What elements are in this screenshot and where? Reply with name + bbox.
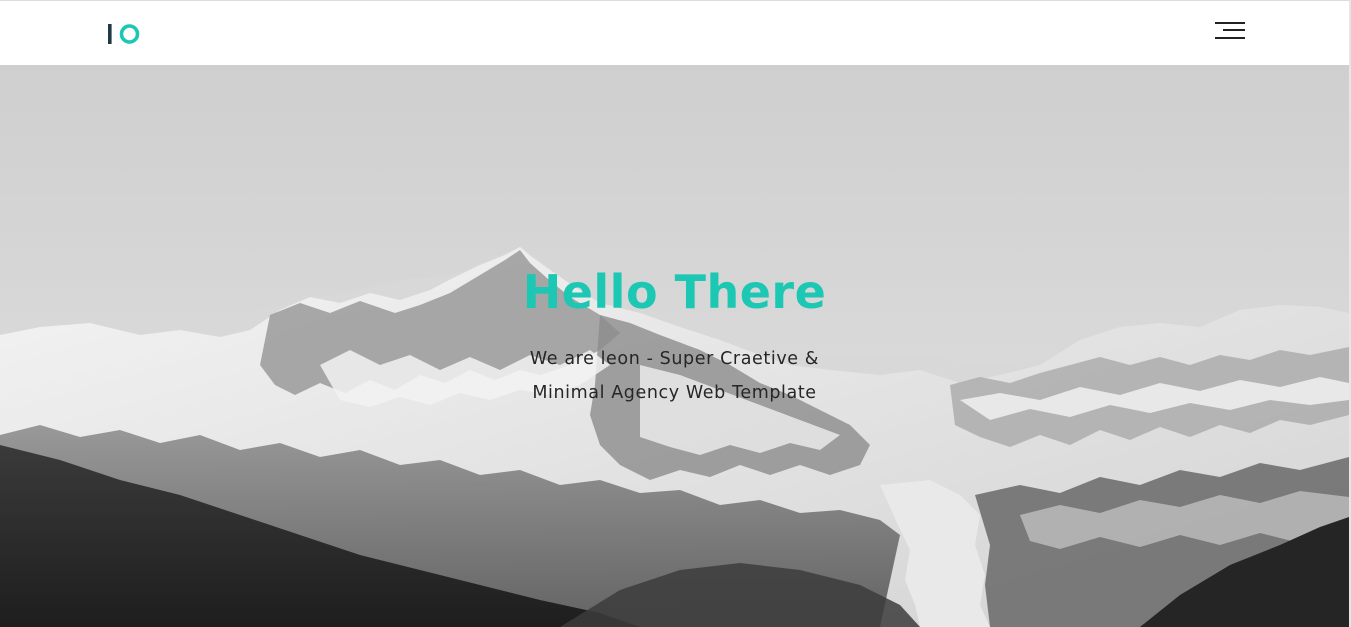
logo-bar [108, 24, 112, 44]
hero-text: Hello There We are leon - Super Craetive… [0, 65, 1349, 627]
menu-line [1215, 37, 1245, 39]
hero-subtitle: We are leon - Super Craetive & Minimal A… [0, 342, 1349, 410]
menu-line [1223, 29, 1245, 31]
hero-subtitle-line: Minimal Agency Web Template [532, 383, 817, 403]
page: Hello There We are leon - Super Craetive… [0, 0, 1351, 627]
hamburger-menu-icon[interactable] [1212, 20, 1248, 42]
top-border [0, 0, 1351, 1]
logo[interactable] [108, 22, 142, 46]
header [0, 0, 1349, 65]
menu-line [1215, 22, 1245, 24]
hero-subtitle-line: We are leon - Super Craetive & [529, 349, 820, 369]
hero-section: Hello There We are leon - Super Craetive… [0, 65, 1349, 627]
logo-circle [119, 24, 140, 44]
hero-title: Hello There [522, 265, 827, 319]
